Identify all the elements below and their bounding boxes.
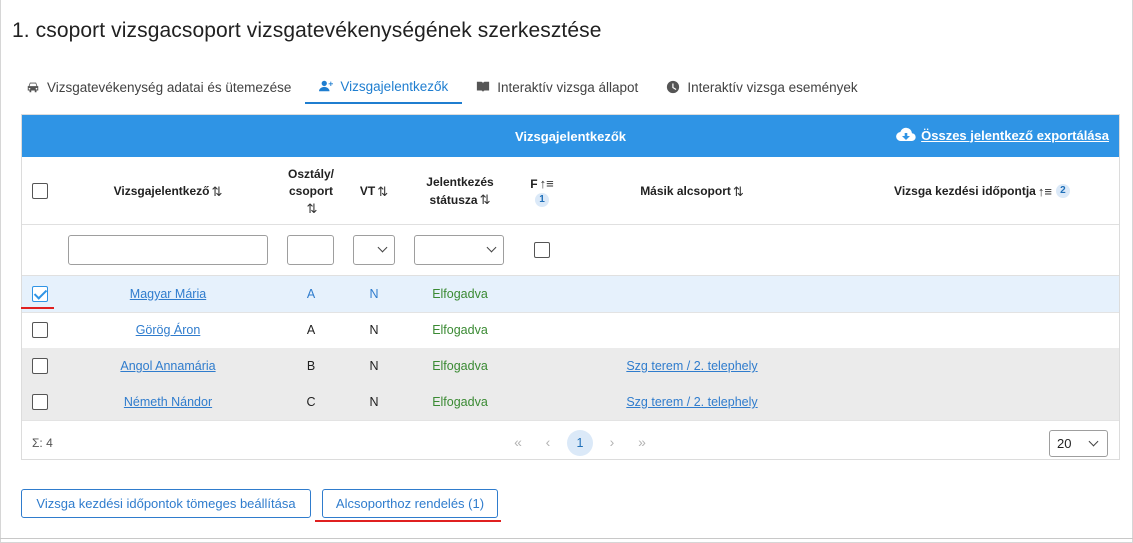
sort-asc-icon: ↑≡: [1037, 183, 1052, 199]
column-header-status[interactable]: Jelentkezés státusza ⇅: [410, 157, 510, 225]
grid-filter-row: [22, 225, 1119, 276]
vt-cell: N: [369, 395, 379, 409]
column-label: Másik alcsoport: [640, 183, 731, 198]
row-checkbox[interactable]: [32, 394, 48, 410]
table-row[interactable]: Görög Áron A N Elfogadva: [22, 312, 1119, 349]
applicant-name-link[interactable]: Magyar Mária: [130, 287, 206, 301]
tab-label: Vizsgajelentkezők: [340, 78, 449, 94]
column-header-class[interactable]: Osztály/ csoport ⇅: [282, 157, 340, 225]
status-filter-select[interactable]: [414, 235, 504, 265]
row-checkbox[interactable]: [32, 358, 48, 374]
select-all-checkbox[interactable]: [32, 183, 48, 199]
sort-asc-icon: ↑≡: [539, 176, 554, 191]
tab-exam-applicants[interactable]: Vizsgajelentkezők: [305, 70, 463, 104]
class-cell: B: [306, 359, 316, 373]
assign-to-subgroup-button[interactable]: Alcsoporthoz rendelés (1): [322, 489, 498, 518]
column-header-vt[interactable]: VT ⇅: [352, 157, 396, 225]
tab-exam-activity-data[interactable]: Vizsgatevékenység adatai és ütemezése: [12, 70, 305, 104]
sort-icon: ⇅: [306, 200, 318, 216]
applicant-name-link[interactable]: Görög Áron: [136, 323, 201, 337]
f-filter-checkbox[interactable]: [534, 242, 550, 258]
grid-header-row: Vizsgajelentkező ⇅ Osztály/ csoport ⇅ VT ⇅…: [22, 157, 1119, 225]
sort-icon: ⇅: [211, 183, 223, 199]
column-label: Vizsga kezdési időpontja: [894, 183, 1036, 198]
vt-cell: N: [369, 323, 379, 337]
book-icon: [477, 81, 490, 93]
sort-order-badge: 1: [535, 193, 549, 207]
highlight-underline: [315, 520, 501, 522]
tab-interactive-exam-events[interactable]: Interaktív vizsga események: [652, 70, 871, 104]
last-page-button[interactable]: »: [627, 429, 657, 456]
row-count-summary: Σ: 4: [32, 436, 53, 450]
column-label: VT: [359, 183, 376, 198]
other-subgroup-link[interactable]: Szg terem / 2. telephely: [626, 395, 757, 409]
sort-icon: ⇅: [732, 183, 744, 199]
next-page-button[interactable]: ›: [597, 429, 627, 456]
status-cell: Elfogadva: [432, 323, 488, 337]
column-label-line1: Jelentkezés: [426, 174, 494, 189]
other-subgroup-link[interactable]: Szg terem / 2. telephely: [626, 359, 757, 373]
table-row[interactable]: Németh Nándor C N Elfogadva Szg terem / …: [22, 384, 1119, 421]
tab-bar: Vizsgatevékenység adatai és ütemezése Vi…: [12, 70, 872, 104]
table-row[interactable]: Magyar Mária A N Elfogadva: [22, 276, 1119, 313]
column-label: F: [530, 177, 538, 191]
tab-label: Vizsgatevékenység adatai és ütemezése: [47, 79, 292, 95]
class-filter-input[interactable]: [287, 235, 334, 265]
cloud-download-icon: [896, 127, 916, 142]
page-size-select[interactable]: 20: [1049, 430, 1108, 457]
clock-icon: [667, 80, 680, 94]
table-row[interactable]: Angol Annamária B N Elfogadva Szg terem …: [22, 348, 1119, 385]
export-label: Összes jelentkező exportálása: [921, 127, 1109, 143]
tab-label: Interaktív vizsga események: [687, 79, 858, 95]
column-label-line1: Osztály/: [287, 166, 335, 181]
column-label: Vizsgajelentkező: [113, 183, 210, 198]
bulk-set-start-times-button[interactable]: Vizsga kezdési időpontok tömeges beállít…: [21, 489, 311, 518]
grid-toolbar: Vizsgajelentkezők Összes jelentkező expo…: [22, 115, 1119, 157]
previous-page-button[interactable]: ‹: [533, 429, 563, 456]
pager: « ‹ 1 › »: [503, 429, 657, 456]
column-header-applicant[interactable]: Vizsgajelentkező ⇅: [72, 157, 264, 225]
applicant-filter-input[interactable]: [68, 235, 268, 265]
vt-filter-select[interactable]: [353, 235, 395, 265]
status-cell: Elfogadva: [432, 395, 488, 409]
page-bottom-divider: [0, 538, 1133, 539]
car-info-icon: [27, 82, 39, 93]
vt-cell: N: [369, 287, 379, 301]
applicant-name-link[interactable]: Németh Nándor: [124, 395, 212, 409]
class-cell: A: [306, 323, 316, 337]
applicant-name-link[interactable]: Angol Annamária: [120, 359, 215, 373]
sort-icon: ⇅: [479, 191, 491, 207]
status-cell: Elfogadva: [432, 359, 488, 373]
first-page-button[interactable]: «: [503, 429, 533, 456]
status-cell: Elfogadva: [432, 287, 488, 301]
column-header-f[interactable]: F ↑≡ 1: [522, 157, 562, 225]
row-checkbox[interactable]: [32, 286, 48, 302]
vt-cell: N: [369, 359, 379, 373]
current-page-button[interactable]: 1: [567, 429, 593, 456]
sort-order-badge: 2: [1055, 184, 1070, 198]
tab-interactive-exam-status[interactable]: Interaktív vizsga állapot: [462, 70, 652, 104]
row-checkbox[interactable]: [32, 322, 48, 338]
export-all-applicants-link[interactable]: Összes jelentkező exportálása: [896, 127, 1109, 143]
grid-footer: Σ: 4 « ‹ 1 › » 20: [22, 425, 1119, 459]
sort-icon: ⇅: [377, 183, 389, 199]
highlight-underline: [21, 307, 54, 309]
class-cell: A: [306, 287, 316, 301]
column-header-exam-start-time[interactable]: Vizsga kezdési időpontja ↑≡ 2: [882, 157, 1082, 225]
class-cell: C: [306, 395, 316, 409]
column-label-line2: státusza: [429, 192, 478, 207]
tab-label: Interaktív vizsga állapot: [497, 79, 639, 95]
column-label-line2: csoport: [288, 183, 333, 198]
page-title: 1. csoport vizsgacsoport vizsgatevékenys…: [12, 19, 602, 42]
applicants-grid: Vizsgajelentkezők Összes jelentkező expo…: [21, 114, 1120, 460]
add-user-icon: [319, 80, 334, 92]
column-header-other-subgroup[interactable]: Másik alcsoport ⇅: [572, 157, 812, 225]
